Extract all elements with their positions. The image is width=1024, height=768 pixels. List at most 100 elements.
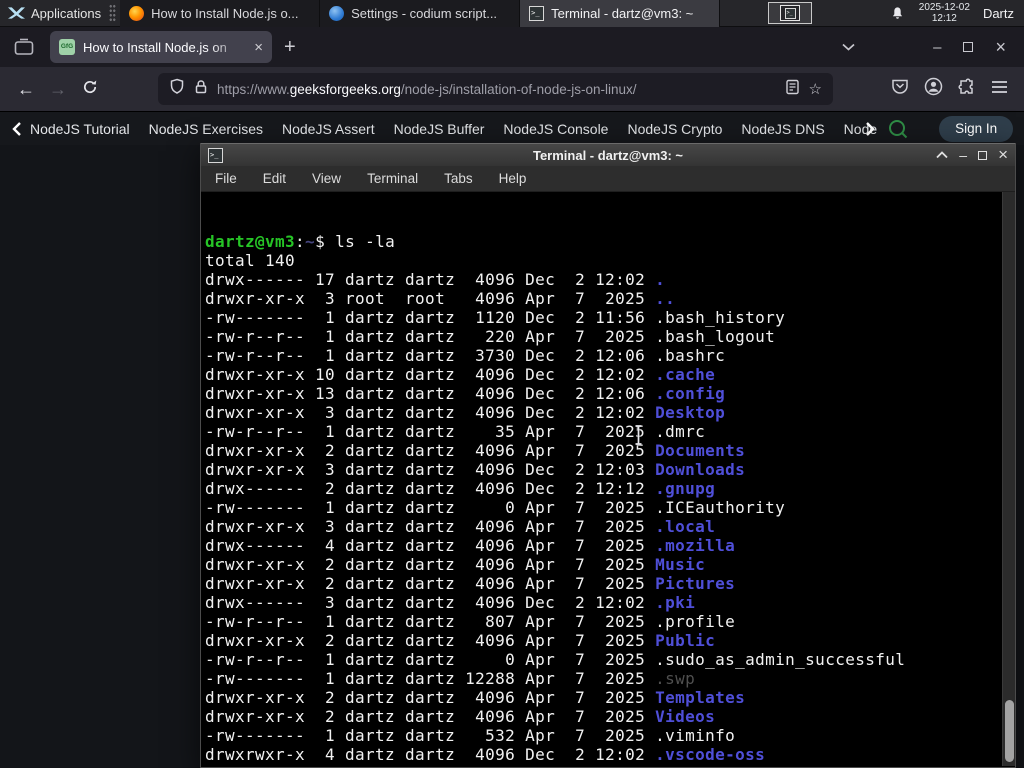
terminal-line: drwxr-xr-x 2 dartz dartz 4096 Apr 7 2025…: [205, 688, 746, 707]
firefox-view-icon[interactable]: [14, 38, 34, 56]
minimize-button[interactable]: –: [959, 148, 967, 162]
site-nav-item[interactable]: NodeJS Console: [503, 121, 608, 137]
minimize-button[interactable]: –: [933, 39, 941, 56]
browser-tab-active[interactable]: GfG How to Install Node.js on ×: [50, 31, 272, 63]
reader-view-icon[interactable]: [785, 79, 800, 100]
chevron-right-icon[interactable]: [865, 121, 875, 136]
desktop: Applications How to Install Node.js o...…: [0, 0, 1024, 768]
bookmark-star-icon[interactable]: ☆: [809, 80, 822, 98]
menu-edit[interactable]: Edit: [263, 171, 286, 186]
notification-bell-icon[interactable]: [890, 6, 905, 21]
shield-icon[interactable]: [169, 78, 185, 100]
taskbar-window-buttons: How to Install Node.js o... Settings - c…: [120, 0, 721, 27]
geeksforgeeks-favicon: GfG: [59, 39, 75, 55]
terminal-line: drwx------ 4 dartz dartz 4096 Apr 7 2025…: [205, 536, 736, 555]
panel-handle: [109, 4, 117, 22]
new-tab-button[interactable]: +: [284, 36, 296, 59]
terminal-line: drwxr-xr-x 2 dartz dartz 4096 Apr 7 2025…: [205, 631, 716, 650]
terminal-line: -rw------- 1 dartz dartz 532 Apr 7 2025 …: [205, 726, 736, 745]
terminal-output[interactable]: dartz@vm3:~$ ls -la total 140 drwx------ 1…: [201, 192, 1015, 766]
url-path: /node-js/installation-of-node-js-on-linu…: [400, 81, 637, 97]
terminal-line: drwxr-xr-x 10 dartz dartz 4096 Dec 2 12:…: [205, 365, 716, 384]
terminal-line: -rw------- 1 dartz dartz 12288 Apr 7 202…: [205, 669, 696, 688]
terminal-line: drwxr-xr-x 2 dartz dartz 4096 Apr 7 2025…: [205, 441, 746, 460]
maximize-button[interactable]: [978, 150, 988, 160]
pocket-icon[interactable]: [891, 78, 909, 100]
menu-file[interactable]: File: [215, 171, 237, 186]
panel-clock[interactable]: 2025-12-02 12:12: [919, 2, 970, 24]
account-icon[interactable]: [924, 77, 943, 101]
maximize-button[interactable]: [963, 42, 974, 52]
close-button[interactable]: ×: [995, 38, 1006, 56]
taskbar-button-label: Settings - codium script...: [351, 5, 498, 21]
terminal-line: drwx------ 2 dartz dartz 4096 Dec 2 12:1…: [205, 479, 716, 498]
site-nav-item[interactable]: NodeJS Assert: [282, 121, 375, 137]
tab-close-icon[interactable]: ×: [254, 40, 263, 55]
terminal-window: >_ Terminal - dartz@vm3: ~ – × File Edit…: [200, 143, 1016, 768]
window-controls: – ×: [842, 38, 1014, 56]
terminal-icon: >_: [208, 147, 223, 163]
terminal-titlebar[interactable]: >_ Terminal - dartz@vm3: ~ – ×: [201, 143, 1015, 166]
close-button[interactable]: ×: [998, 146, 1008, 163]
chevron-left-icon[interactable]: [12, 121, 22, 136]
site-nav-item[interactable]: NodeJS Tutorial: [30, 121, 130, 137]
firefox-icon: [129, 5, 145, 21]
taskbar-button-vscodium[interactable]: Settings - codium script...: [320, 0, 521, 27]
terminal-line: -rw------- 1 dartz dartz 1120 Dec 2 11:5…: [205, 308, 786, 327]
geeksforgeeks-subnav: NodeJS Tutorial NodeJS Exercises NodeJS As…: [0, 111, 1024, 145]
terminal-prompt-line: dartz@vm3:~$ ls -la: [205, 232, 396, 251]
taskbar-button-firefox[interactable]: How to Install Node.js o...: [120, 0, 321, 27]
terminal-icon: >_: [529, 5, 545, 21]
menu-tabs[interactable]: Tabs: [444, 171, 473, 186]
extensions-puzzle-icon[interactable]: [958, 77, 976, 101]
reload-button[interactable]: [74, 79, 106, 100]
site-nav-item[interactable]: NodeJS Buffer: [394, 121, 485, 137]
url-scheme: https://www.: [217, 81, 290, 97]
terminal-menubar: File Edit View Terminal Tabs Help: [201, 166, 1015, 192]
workspace-pager[interactable]: >_: [768, 2, 813, 24]
lock-icon[interactable]: [194, 79, 208, 100]
menu-view[interactable]: View: [312, 171, 341, 186]
terminal-line: drwxr-xr-x 2 dartz dartz 4096 Apr 7 2025…: [205, 574, 736, 593]
terminal-line: drwxr-xr-x 2 dartz dartz 4096 Apr 7 2025…: [205, 555, 706, 574]
terminal-line: -rw-r--r-- 1 dartz dartz 35 Apr 7 2025 .…: [205, 422, 706, 441]
top-panel: Applications How to Install Node.js o...…: [0, 0, 1024, 27]
browser-toolbar: ← → https://www.geeksforgeeks.org/node-j…: [0, 67, 1024, 111]
terminal-line: -rw------- 1 dartz dartz 48 Dec 2 10:39 …: [205, 764, 999, 766]
url-bar[interactable]: https://www.geeksforgeeks.org/node-js/in…: [158, 73, 833, 105]
terminal-title: Terminal - dartz@vm3: ~: [532, 147, 684, 163]
shade-button[interactable]: [936, 146, 948, 164]
terminal-line: drwxr-xr-x 2 dartz dartz 4096 Apr 7 2025…: [205, 707, 716, 726]
site-nav-item[interactable]: NodeJS Crypto: [627, 121, 722, 137]
forward-button: →: [49, 78, 67, 99]
clock-date: 2025-12-02: [918, 2, 970, 13]
menu-terminal[interactable]: Terminal: [367, 171, 418, 186]
terminal-line: drwxr-xr-x 3 dartz dartz 4096 Apr 7 2025…: [205, 517, 716, 536]
terminal-scrollbar[interactable]: [1002, 192, 1015, 766]
terminal-total-line: total 140: [205, 251, 296, 270]
taskbar-button-label: Terminal - dartz@vm3: ~: [551, 5, 694, 21]
terminal-line: drwxr-xr-x 3 root root 4096 Apr 7 2025 .…: [205, 289, 676, 308]
terminal-line: -rw-r--r-- 1 dartz dartz 220 Apr 7 2025 …: [205, 327, 776, 346]
mouse-cursor-ibeam: [632, 424, 645, 451]
url-domain: geeksforgeeks.org: [289, 81, 401, 97]
terminal-line: drwxr-xr-x 3 dartz dartz 4096 Dec 2 12:0…: [205, 403, 726, 422]
search-icon[interactable]: [887, 118, 909, 140]
hamburger-menu-icon[interactable]: [991, 80, 1008, 99]
terminal-line: drwxr-xr-x 3 dartz dartz 4096 Dec 2 12:0…: [205, 460, 746, 479]
panel-user-label[interactable]: Dartz: [983, 6, 1014, 21]
terminal-scrollbar-thumb[interactable]: [1005, 700, 1014, 762]
applications-menu-button[interactable]: Applications: [0, 0, 109, 26]
terminal-line: drwxr-xr-x 13 dartz dartz 4096 Dec 2 12:…: [205, 384, 726, 403]
terminal-line: -rw-r--r-- 1 dartz dartz 807 Apr 7 2025 …: [205, 612, 736, 631]
sign-in-button[interactable]: Sign In: [939, 115, 1014, 142]
site-nav-item[interactable]: NodeJS Exercises: [149, 121, 263, 137]
taskbar-button-terminal[interactable]: >_ Terminal - dartz@vm3: ~: [520, 0, 721, 27]
toolbar-right-icons: [889, 77, 1014, 101]
list-all-tabs-chevron-icon[interactable]: [842, 43, 855, 51]
menu-help[interactable]: Help: [499, 171, 527, 186]
site-nav-items: NodeJS Tutorial NodeJS Exercises NodeJS As…: [30, 121, 877, 137]
vscodium-icon: [329, 5, 345, 21]
back-button[interactable]: ←: [10, 79, 42, 100]
site-nav-item[interactable]: NodeJS DNS: [741, 121, 824, 137]
